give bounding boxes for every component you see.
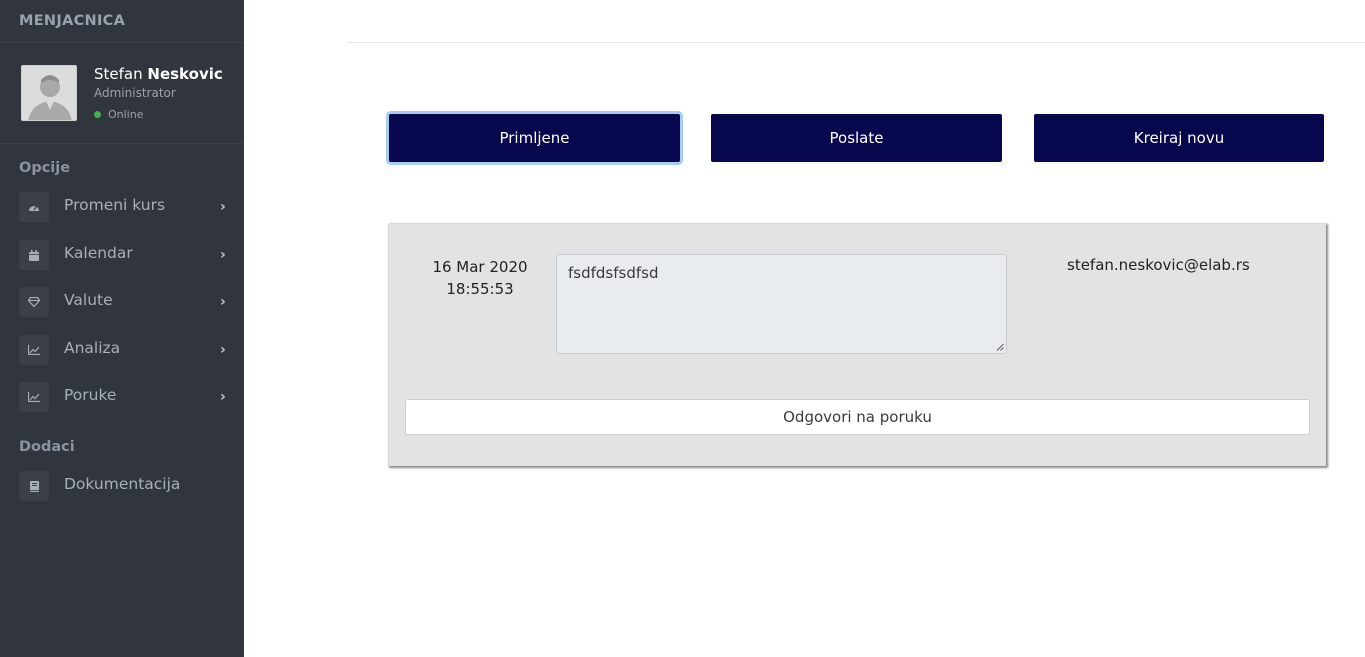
- brand-title[interactable]: MENJACNICA: [0, 0, 244, 43]
- online-status-dot-icon: [94, 111, 101, 118]
- user-panel: Stefan Neskovic Administrator Online: [0, 43, 244, 144]
- book-icon: [19, 471, 49, 501]
- main-content: Primljene Poslate Kreiraj novu 16 Mar 20…: [244, 0, 1365, 657]
- chevron-right-icon: ›: [220, 389, 226, 405]
- sidebar-item-promeni-kurs[interactable]: Promeni kurs ›: [0, 190, 244, 224]
- header-divider: [347, 42, 1365, 43]
- create-message-button[interactable]: Kreiraj novu: [1034, 114, 1324, 162]
- user-status-label: Online: [108, 108, 144, 121]
- message-body-textarea[interactable]: fsdfdsfsdfsd: [556, 254, 1007, 354]
- diamond-icon: [19, 287, 49, 317]
- tab-primljene[interactable]: Primljene: [389, 114, 680, 162]
- tab-poslate[interactable]: Poslate: [711, 114, 1002, 162]
- sidebar-item-label: Analiza: [64, 339, 121, 357]
- chevron-right-icon: ›: [220, 342, 226, 358]
- user-name: Stefan Neskovic: [94, 65, 223, 83]
- user-role: Administrator: [94, 86, 176, 100]
- user-last-name: Neskovic: [147, 65, 223, 83]
- sidebar-item-label: Promeni kurs: [64, 196, 166, 214]
- sidebar: MENJACNICA Stefan Neskovic Administrator…: [0, 0, 244, 657]
- message-sender-email: stefan.neskovic@elab.rs: [1067, 256, 1250, 274]
- calendar-icon: [19, 240, 49, 270]
- sidebar-item-poruke[interactable]: Poruke ›: [0, 380, 244, 414]
- sidebar-item-kalendar[interactable]: Kalendar ›: [0, 238, 244, 272]
- user-first-name: Stefan: [94, 65, 143, 83]
- sidebar-item-label: Poruke: [64, 386, 117, 404]
- sidebar-item-valute[interactable]: Valute ›: [0, 285, 244, 319]
- dashboard-gauge-icon: [19, 192, 49, 222]
- section-title-dodaci: Dodaci: [19, 439, 75, 455]
- message-card: 16 Mar 2020 18:55:53 fsdfdsfsdfsd stefan…: [389, 224, 1326, 466]
- chevron-right-icon: ›: [220, 247, 226, 263]
- sidebar-item-dokumentacija[interactable]: Dokumentacija: [0, 469, 244, 503]
- message-body-text: fsdfdsfsdfsd: [568, 264, 659, 282]
- message-date: 16 Mar 2020: [432, 258, 528, 276]
- sidebar-item-label: Kalendar: [64, 244, 133, 262]
- chevron-right-icon: ›: [220, 294, 226, 310]
- sidebar-item-label: Dokumentacija: [64, 475, 181, 493]
- resize-handle-icon[interactable]: [996, 343, 1004, 351]
- avatar: [21, 65, 77, 121]
- chevron-right-icon: ›: [220, 199, 226, 215]
- message-datetime: 16 Mar 2020 18:55:53: [409, 256, 551, 300]
- message-time: 18:55:53: [446, 280, 514, 298]
- reply-button[interactable]: Odgovori na poruku: [405, 399, 1310, 435]
- user-status: Online: [94, 108, 143, 121]
- section-title-opcije: Opcije: [19, 160, 71, 176]
- area-chart-icon: [19, 335, 49, 365]
- sidebar-item-analiza[interactable]: Analiza ›: [0, 333, 244, 367]
- area-chart-icon: [19, 382, 49, 412]
- sidebar-item-label: Valute: [64, 291, 113, 309]
